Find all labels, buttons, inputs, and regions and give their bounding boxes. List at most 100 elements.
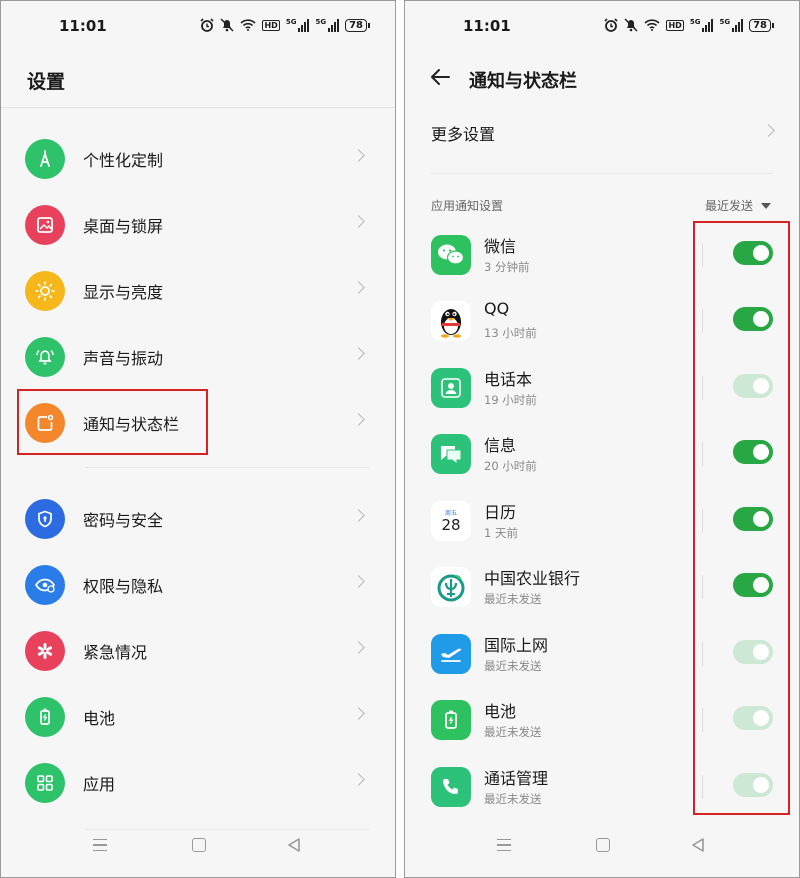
mute-icon <box>624 18 639 32</box>
bell-icon <box>36 349 54 365</box>
qq-penguin-icon <box>431 301 471 341</box>
settings-item-personalization[interactable]: 个性化定制 <box>25 131 375 187</box>
item-label: 显示与亮度 <box>83 283 164 302</box>
page-title: 设置 <box>27 71 66 93</box>
app-last-sent: 最近未发送 <box>484 659 542 673</box>
chevron-right-icon <box>352 707 365 720</box>
navigation-bar <box>405 821 799 877</box>
network-type: 5G <box>285 17 297 26</box>
app-last-sent: 最近未发送 <box>484 725 542 739</box>
home-icon[interactable] <box>192 838 206 852</box>
home-icon[interactable] <box>596 838 610 852</box>
wifi-icon <box>644 19 661 31</box>
menu-icon[interactable] <box>93 839 107 851</box>
battery-icon <box>40 708 50 725</box>
signal-icon: 5G <box>719 18 744 32</box>
item-label: 声音与振动 <box>83 349 164 368</box>
phone-icon <box>431 767 471 807</box>
hd-badge: HD <box>262 19 280 31</box>
mute-icon <box>220 18 235 32</box>
status-bar: 11:01 HD 5G 5G 78 <box>1 1 395 49</box>
item-label: 权限与隐私 <box>83 577 164 596</box>
status-bar: 11:01 HD 5G 5G 78 <box>405 1 799 49</box>
settings-item-sound[interactable]: 声音与振动 <box>25 329 375 385</box>
back-triangle-icon[interactable] <box>287 837 301 853</box>
chevron-right-icon <box>352 281 365 294</box>
chevron-right-icon <box>352 575 365 588</box>
app-last-sent: 1 天前 <box>484 526 518 540</box>
apps-grid-icon <box>37 775 53 791</box>
asterisk-icon <box>37 643 53 659</box>
item-icon-bg <box>25 337 65 377</box>
divider <box>1 107 395 108</box>
wechat-icon <box>431 235 471 275</box>
calendar-icon: 周五 28 <box>431 501 471 541</box>
chevron-right-icon <box>352 347 365 360</box>
chevron-right-icon <box>762 124 775 137</box>
item-icon-bg <box>25 763 65 803</box>
image-icon <box>37 217 53 233</box>
app-name: 国际上网 <box>484 636 549 655</box>
app-name: QQ <box>484 299 510 318</box>
section-header: 应用通知设置 <box>431 199 504 213</box>
highlight-box <box>17 389 208 455</box>
app-name: 中国农业银行 <box>484 569 581 588</box>
abc-bank-logo-icon <box>431 567 471 607</box>
wifi-icon <box>240 19 257 31</box>
app-last-sent: 最近未发送 <box>484 592 542 606</box>
battery-level: 78 <box>345 18 370 32</box>
item-label: 电池 <box>83 709 116 728</box>
sun-icon <box>35 281 55 301</box>
more-settings-label: 更多设置 <box>431 125 496 144</box>
settings-item-apps[interactable]: 应用 <box>25 755 375 811</box>
alarm-icon <box>200 18 215 32</box>
app-last-sent: 20 小时前 <box>484 459 537 473</box>
compass-icon <box>40 150 50 167</box>
airplane-icon <box>431 634 471 674</box>
settings-item-battery[interactable]: 电池 <box>25 689 375 745</box>
chevron-right-icon <box>352 149 365 162</box>
item-label: 应用 <box>83 775 116 794</box>
calendar-day: 28 <box>441 515 461 534</box>
item-icon-bg <box>25 499 65 539</box>
battery-level: 78 <box>749 18 774 32</box>
chevron-right-icon <box>352 773 365 786</box>
messages-icon <box>431 434 471 474</box>
app-name: 电池 <box>484 702 517 721</box>
settings-item-privacy[interactable]: 权限与隐私 <box>25 557 375 613</box>
app-last-sent: 最近未发送 <box>484 792 542 806</box>
eye-icon <box>34 578 56 593</box>
chevron-right-icon <box>352 509 365 522</box>
contacts-icon <box>431 368 471 408</box>
status-time: 11:01 <box>59 17 107 35</box>
app-last-sent: 3 分钟前 <box>484 260 530 274</box>
chevron-right-icon <box>352 413 365 426</box>
item-label: 密码与安全 <box>83 511 164 530</box>
app-last-sent: 19 小时前 <box>484 393 537 407</box>
settings-item-security[interactable]: 密码与安全 <box>25 491 375 547</box>
highlight-box <box>693 221 790 815</box>
item-icon-bg <box>25 139 65 179</box>
more-settings-row[interactable]: 更多设置 <box>431 109 775 153</box>
back-triangle-icon[interactable] <box>691 837 705 853</box>
page-title: 通知与状态栏 <box>469 71 577 92</box>
status-time: 11:01 <box>463 17 511 35</box>
app-name: 微信 <box>484 237 517 256</box>
back-arrow-icon[interactable] <box>429 66 451 88</box>
app-name: 通话管理 <box>484 769 549 788</box>
item-label: 紧急情况 <box>83 643 148 662</box>
settings-item-emergency[interactable]: 紧急情况 <box>25 623 375 679</box>
dropdown-triangle-icon <box>761 202 771 209</box>
signal-icon: 5G <box>285 17 310 32</box>
network-type: 5G <box>689 17 701 26</box>
menu-icon[interactable] <box>497 839 511 851</box>
chevron-right-icon <box>352 215 365 228</box>
settings-item-display[interactable]: 显示与亮度 <box>25 263 375 319</box>
app-name: 日历 <box>484 503 517 522</box>
sort-label: 最近发送 <box>704 199 753 213</box>
divider <box>431 173 773 174</box>
item-icon-bg <box>25 631 65 671</box>
item-icon-bg <box>25 565 65 605</box>
sort-dropdown[interactable]: 最近发送 <box>705 197 771 214</box>
settings-item-home-lock[interactable]: 桌面与锁屏 <box>25 197 375 253</box>
